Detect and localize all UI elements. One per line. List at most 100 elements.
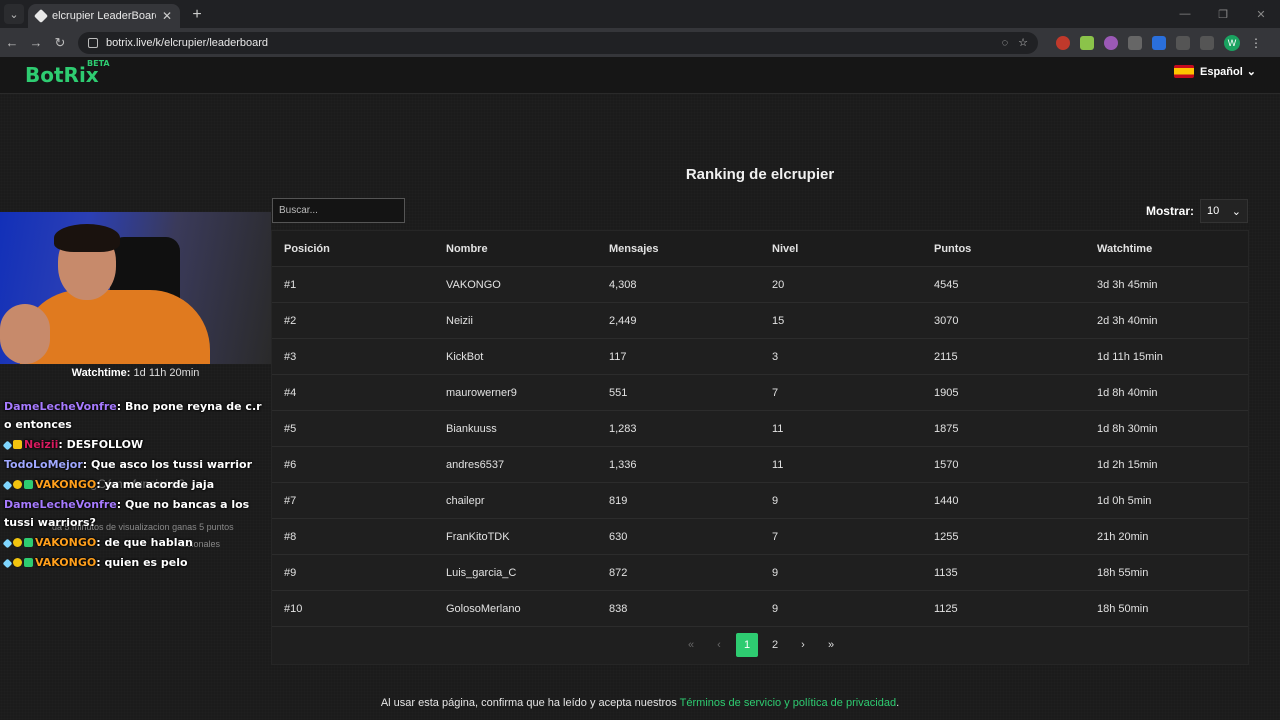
extensions-area: W ⋮ <box>1056 34 1262 51</box>
next-page-button[interactable]: › <box>792 633 814 657</box>
table-cell: 838 <box>609 602 628 615</box>
address-bar[interactable]: botrix.live/k/elcrupier/leaderboard ◌ ☆ <box>78 31 1038 54</box>
extension-icon[interactable] <box>1056 35 1070 50</box>
terms-link[interactable]: Términos de servicio y política de priva… <box>680 697 896 709</box>
table-cell: 1135 <box>934 566 958 579</box>
puzzle-icon[interactable] <box>1176 35 1190 50</box>
table-cell: 2115 <box>934 350 958 363</box>
menu-kebab-icon[interactable]: ⋮ <box>1250 36 1262 50</box>
table-cell: 1d 8h 40min <box>1097 386 1158 399</box>
chat-username[interactable]: Neizii <box>24 438 58 451</box>
minimize-icon[interactable]: — <box>1166 0 1204 28</box>
pagination: « ‹ 1 2 › » <box>680 633 842 657</box>
chat-username[interactable]: VAKONGO <box>35 478 96 491</box>
table-cell: maurowerner9 <box>446 386 517 399</box>
table-cell: 18h 55min <box>1097 566 1149 579</box>
tab-search-icon[interactable]: ⌄ <box>4 4 24 24</box>
table-cell: #3 <box>284 350 297 363</box>
table-cell: #9 <box>284 566 297 579</box>
reading-list-icon[interactable] <box>1200 35 1214 50</box>
table-cell: 1d 0h 5min <box>1097 494 1152 507</box>
site-info-icon[interactable] <box>88 37 98 48</box>
table-cell: chailepr <box>446 494 485 507</box>
table-cell: 3d 3h 45min <box>1097 278 1158 291</box>
table-row: #8 FranKitoTDK 630 7 1255 21h 20min <box>272 519 1248 555</box>
table-cell: 3 <box>772 350 779 363</box>
chat-badge-icon <box>13 558 22 567</box>
watchtime-value: 1d 11h 20min <box>133 367 200 379</box>
language-label: Español <box>1199 65 1243 78</box>
restore-icon[interactable]: ❐ <box>1204 0 1242 28</box>
chat-message: VAKONGO: ya me acorde jaja <box>0 475 270 495</box>
table-cell: 20 <box>772 278 785 291</box>
chat-message: VAKONGO: de que hablan <box>0 533 270 553</box>
column-header[interactable]: Nivel <box>761 243 923 255</box>
browser-tab[interactable]: elcrupier LeaderBoard | The be ✕ <box>28 4 180 28</box>
chat-overlay: DameLecheVonfre: Bno pone reyna de c.r o… <box>0 397 270 573</box>
column-header[interactable]: Posición <box>272 243 435 255</box>
table-cell: 11 <box>772 422 784 435</box>
footer: Al usar esta página, confirma que ha leí… <box>0 697 1280 709</box>
table-cell: 1d 11h 15min <box>1097 350 1163 363</box>
botrix-logo[interactable]: BotRix BETA <box>25 59 110 87</box>
table-cell: 4545 <box>934 278 959 291</box>
table-cell: 1570 <box>934 458 959 471</box>
table-cell: 9 <box>772 494 779 507</box>
table-cell: 11 <box>772 458 784 471</box>
table-row: #3 KickBot 117 3 2115 1d 11h 15min <box>272 339 1248 375</box>
table-row: #5 Biankuuss 1,283 11 1875 1d 8h 30min <box>272 411 1248 447</box>
bookmark-star-icon[interactable]: ☆ <box>1018 36 1028 49</box>
table-cell: 18h 50min <box>1097 602 1149 615</box>
table-cell: 1875 <box>934 422 959 435</box>
reload-icon[interactable]: ↻ <box>48 35 72 51</box>
browser-toolbar: ← → ↻ botrix.live/k/elcrupier/leaderboar… <box>0 28 1280 57</box>
chat-username[interactable]: VAKONGO <box>35 556 96 569</box>
column-header[interactable]: Watchtime <box>1086 243 1248 255</box>
eye-off-icon[interactable]: ◌ <box>1002 37 1009 49</box>
table-cell: 1,336 <box>609 458 637 471</box>
table-cell: #5 <box>284 422 297 435</box>
tab-title: elcrupier LeaderBoard | The be <box>52 10 156 22</box>
page-button-current[interactable]: 1 <box>736 633 758 657</box>
extension-icon[interactable] <box>1104 35 1118 50</box>
table-cell: 117 <box>609 350 627 363</box>
page-size-control: Mostrar: 10 ⌄ <box>1146 199 1248 223</box>
column-header[interactable]: Nombre <box>435 243 598 255</box>
chat-username[interactable]: DameLecheVonfre <box>4 400 117 413</box>
site-header: BotRix BETA Español ⌄ <box>0 57 1280 94</box>
chat-message: TodoLoMejor: Que asco los tussi warrior <box>0 455 270 475</box>
prev-page-button[interactable]: ‹ <box>708 633 730 657</box>
new-tab-button[interactable]: + <box>186 4 208 26</box>
language-selector[interactable]: Español ⌄ <box>1173 65 1256 78</box>
search-input[interactable] <box>272 198 405 223</box>
extension-icon[interactable] <box>1152 35 1166 50</box>
table-cell: 21h 20min <box>1097 530 1149 543</box>
tab-close-icon[interactable]: ✕ <box>162 9 172 23</box>
last-page-button[interactable]: » <box>820 633 842 657</box>
profile-avatar[interactable]: W <box>1224 34 1240 51</box>
column-header[interactable]: Puntos <box>923 243 1086 255</box>
page-button[interactable]: 2 <box>764 633 786 657</box>
url-text[interactable]: botrix.live/k/elcrupier/leaderboard <box>106 37 992 49</box>
chat-username[interactable]: TodoLoMejor <box>4 458 83 471</box>
show-label: Mostrar: <box>1145 204 1194 218</box>
back-icon[interactable]: ← <box>0 35 24 50</box>
table-cell: #8 <box>284 530 297 543</box>
chat-text: : DESFOLLOW <box>58 438 144 451</box>
chat-text: : quien es pelo <box>96 556 188 569</box>
table-header-row: Posición Nombre Mensajes Nivel Puntos Wa… <box>272 231 1248 267</box>
extension-icon[interactable] <box>1128 35 1142 50</box>
table-cell: 1125 <box>934 602 958 615</box>
close-window-icon[interactable]: ✕ <box>1242 0 1280 28</box>
column-header[interactable]: Mensajes <box>598 243 761 255</box>
table-cell: 1440 <box>934 494 959 507</box>
table-row: #6 andres6537 1,336 11 1570 1d 2h 15min <box>272 447 1248 483</box>
table-row: #4 maurowerner9 551 7 1905 1d 8h 40min <box>272 375 1248 411</box>
forward-icon[interactable]: → <box>24 35 48 50</box>
page-size-select[interactable]: 10 ⌄ <box>1200 199 1248 223</box>
table-cell: Biankuuss <box>446 422 497 435</box>
extension-icon[interactable] <box>1080 35 1094 50</box>
chat-username[interactable]: VAKONGO <box>35 536 96 549</box>
first-page-button[interactable]: « <box>680 633 702 657</box>
chat-username[interactable]: DameLecheVonfre <box>4 498 117 511</box>
